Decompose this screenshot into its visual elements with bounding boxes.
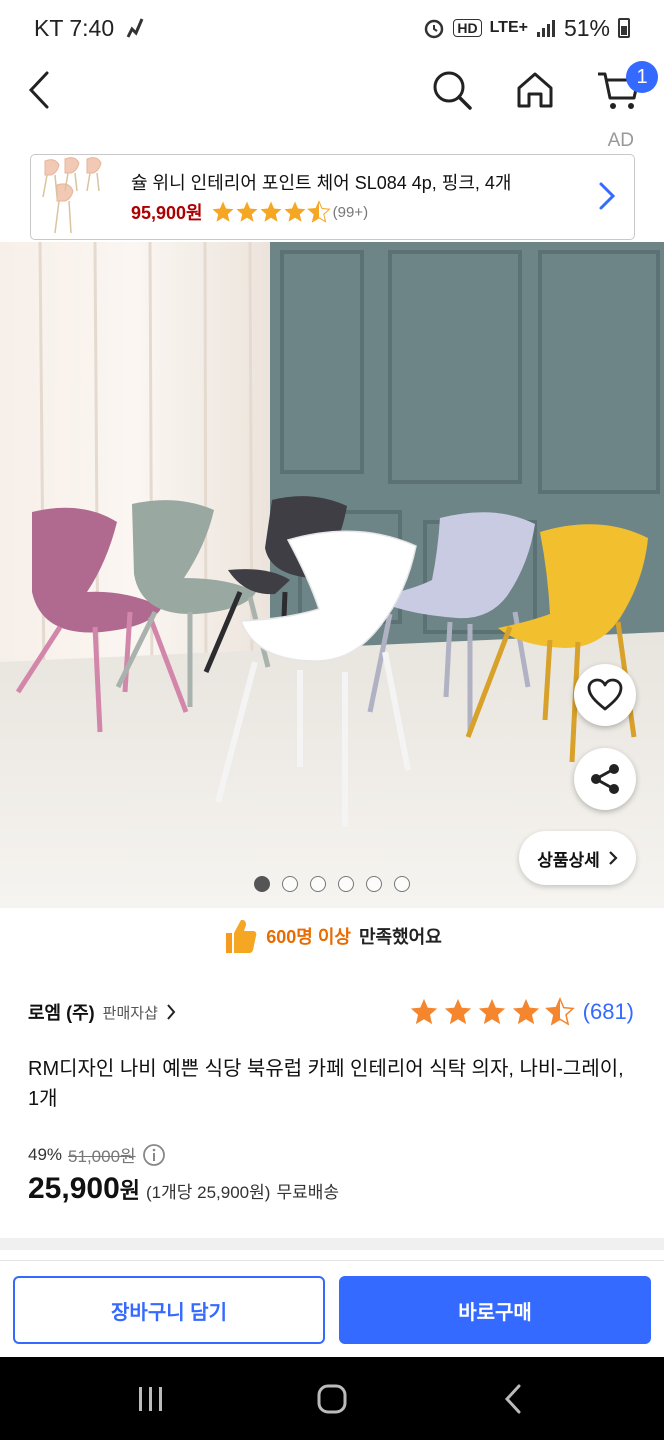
star-icon xyxy=(284,201,306,222)
purchase-bar: 장바구니 담기 바로구매 xyxy=(0,1260,664,1357)
star-icon xyxy=(444,998,471,1025)
carousel-dot[interactable] xyxy=(254,876,270,892)
price-row: 25,900원 (1개당 25,900원) 무료배송 xyxy=(28,1172,339,1206)
star-icon xyxy=(478,998,505,1025)
chevron-right-icon xyxy=(167,1004,176,1020)
signal-bars-icon xyxy=(536,20,555,37)
ad-label: AD xyxy=(607,130,634,151)
satisfaction-count: 600명 이상 xyxy=(266,927,351,947)
seller-name: 로엠 (주) xyxy=(28,1003,95,1023)
home-circle-icon xyxy=(317,1384,347,1413)
carousel-dot[interactable] xyxy=(366,876,382,892)
ad-price: 95,900원 xyxy=(131,203,203,223)
back-button[interactable] xyxy=(14,64,66,116)
hd-badge: HD xyxy=(453,19,482,37)
cart-button[interactable]: 1 xyxy=(592,61,658,116)
status-bar: KT 7:40 HD LTE+ 51% xyxy=(0,0,664,56)
satisfaction-text: 만족했어요 xyxy=(358,927,442,947)
product-rating[interactable]: (681) xyxy=(409,997,634,1027)
home-icon xyxy=(517,72,553,108)
ad-star-rating xyxy=(211,200,331,224)
heart-icon xyxy=(587,678,623,711)
chevron-left-icon xyxy=(28,71,49,109)
product-title: RM디자인 나비 예쁜 식당 북유럽 카페 인테리어 식탁 의자, 나비-그레이… xyxy=(28,1058,624,1110)
app-header: 1 xyxy=(0,56,664,122)
star-icon xyxy=(260,201,282,222)
sale-price: 25,900원 xyxy=(28,1172,141,1205)
recent-apps-button[interactable] xyxy=(121,1369,181,1429)
original-price: 51,000원 xyxy=(68,1147,136,1166)
ad-title: 슐 위니 인테리어 포인트 체어 SL084 4p, 핑크, 4개 xyxy=(131,173,512,193)
carousel-dots xyxy=(0,876,664,892)
discount-row: 49% 51,000원 xyxy=(28,1142,166,1167)
alarm-icon xyxy=(425,19,444,39)
carousel-dot[interactable] xyxy=(338,876,354,892)
home-button[interactable] xyxy=(509,64,561,116)
signal-activity-icon xyxy=(126,18,144,38)
battery-icon xyxy=(618,18,630,38)
add-to-cart-button[interactable]: 장바구니 담기 xyxy=(13,1276,325,1344)
share-icon xyxy=(591,764,619,794)
share-button[interactable] xyxy=(574,748,636,810)
product-image-carousel[interactable]: 상품상세 xyxy=(0,242,664,908)
section-divider xyxy=(0,1238,664,1250)
cart-count-badge: 1 xyxy=(626,61,658,93)
back-icon xyxy=(505,1384,521,1413)
star-icon xyxy=(512,998,539,1025)
chevron-right-icon xyxy=(599,182,616,210)
star-icon xyxy=(236,201,258,222)
carousel-dot[interactable] xyxy=(394,876,410,892)
system-nav-bar xyxy=(0,1357,664,1440)
thumbs-up-icon xyxy=(226,919,257,953)
home-nav-button[interactable] xyxy=(302,1369,362,1429)
star-icon xyxy=(212,201,234,222)
info-icon[interactable] xyxy=(142,1143,166,1167)
search-button[interactable] xyxy=(426,64,478,116)
seller-row: 로엠 (주) 판매자샵 (681) xyxy=(28,994,634,1030)
seller-shop-label: 판매자샵 xyxy=(102,1004,158,1022)
star-half-icon xyxy=(544,997,575,1026)
battery-percent: 51% xyxy=(563,14,610,41)
star-half-icon xyxy=(306,200,331,223)
unit-price: (1개당 25,900원) xyxy=(146,1183,271,1202)
chevron-right-icon xyxy=(609,851,618,865)
carousel-dot[interactable] xyxy=(310,876,326,892)
product-detail-label: 상품상세 xyxy=(537,850,600,870)
buy-now-button[interactable]: 바로구매 xyxy=(339,1276,651,1344)
wishlist-button[interactable] xyxy=(574,664,636,726)
ad-product-thumbnail xyxy=(42,157,102,234)
discount-rate: 49% xyxy=(28,1144,63,1164)
network-type: LTE+ xyxy=(489,19,528,36)
seller-link[interactable]: 로엠 (주) 판매자샵 xyxy=(28,999,176,1025)
star-icon xyxy=(410,998,437,1025)
ad-banner[interactable]: 슐 위니 인테리어 포인트 체어 SL084 4p, 핑크, 4개 95,900… xyxy=(30,154,635,240)
ad-review-count: (99+) xyxy=(332,203,369,221)
search-icon xyxy=(433,71,472,110)
review-count: (681) xyxy=(582,999,634,1024)
product-photo xyxy=(0,242,664,908)
ad-price-row: 95,900원 (99+) xyxy=(131,199,368,225)
satisfaction-banner: 600명 이상 만족했어요 xyxy=(0,914,664,958)
recent-apps-icon xyxy=(138,1386,162,1411)
carrier-time: KT 7:40 xyxy=(34,14,115,41)
status-right: HD LTE+ 51% xyxy=(423,15,630,42)
shipping-info: 무료배송 xyxy=(276,1183,339,1202)
carousel-dot[interactable] xyxy=(282,876,298,892)
back-nav-button[interactable] xyxy=(483,1369,543,1429)
status-left: KT 7:40 xyxy=(34,15,148,42)
